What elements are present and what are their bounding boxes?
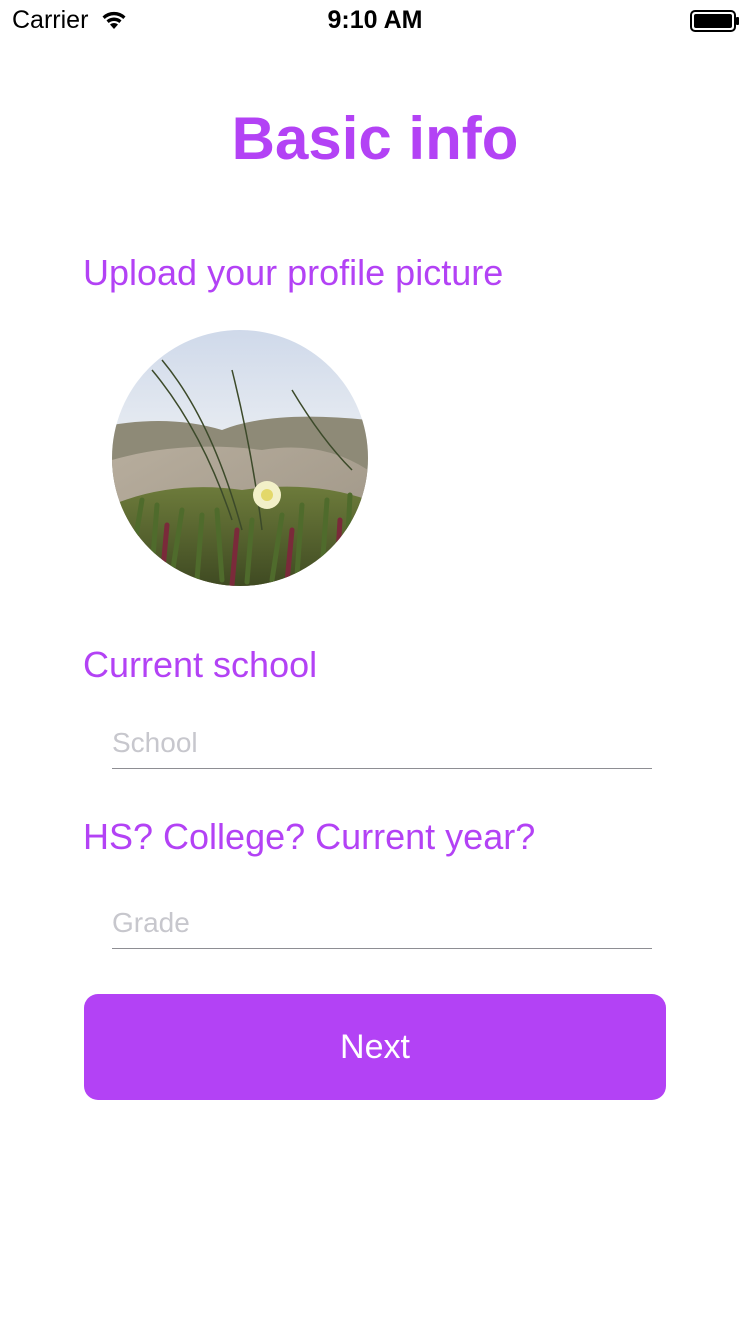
profile-picture[interactable] [112, 330, 368, 586]
grade-input[interactable] [112, 898, 652, 949]
next-button[interactable]: Next [84, 994, 666, 1100]
status-bar: Carrier 9:10 AM [0, 0, 750, 40]
flower [253, 481, 281, 509]
battery-icon [690, 10, 739, 32]
page-title: Basic info [231, 105, 519, 172]
status-time: 9:10 AM [327, 6, 423, 34]
current-school-label: Current school [83, 644, 318, 685]
profile-photo-image [112, 330, 368, 586]
school-input[interactable] [112, 718, 652, 769]
basic-info-screen: Carrier 9:10 AM Basic info Upload your p… [0, 0, 750, 1334]
grade-label: HS? College? Current year? [83, 816, 536, 857]
upload-picture-label: Upload your profile picture [83, 252, 504, 293]
